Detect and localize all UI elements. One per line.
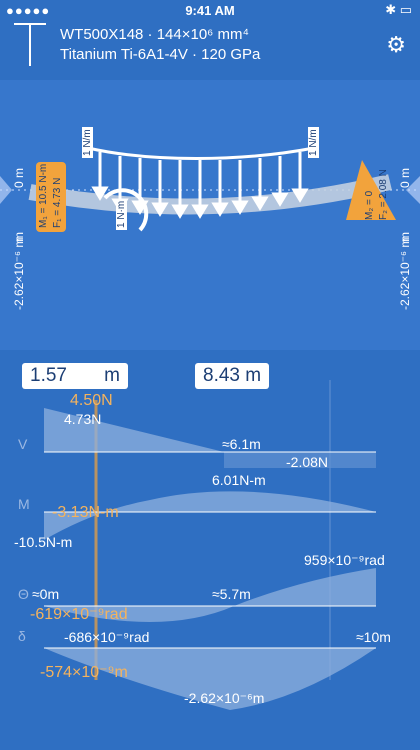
beam-diagram[interactable]: 0 m -2.62×10⁻⁶ m m 0 m -2.62×10⁻⁶ m m 1 …	[0, 80, 420, 350]
m-max-value: 6.01N-m	[212, 472, 266, 488]
m-current-value: -3.13N-m	[52, 504, 119, 521]
status-time: 9:41 AM	[185, 3, 235, 18]
moment-label[interactable]: 1 N·m	[116, 198, 127, 230]
theta-current-value: -619×10⁻⁹rad	[30, 606, 128, 623]
delta-start-value: -686×10⁻⁹rad	[64, 629, 150, 645]
left-support-moment[interactable]: M₁ = 10.5 N-m	[38, 164, 49, 228]
gear-icon[interactable]: ⚙	[386, 32, 406, 58]
load-right-label[interactable]: 1 N/m	[308, 127, 319, 158]
v-start-value: 4.73N	[64, 411, 102, 427]
theta-graph-label: Θ	[18, 586, 29, 602]
status-bar: ●●●●● 9:41 AM ✱ ▭	[0, 0, 420, 20]
section-info[interactable]: WT500X148 · 144×10⁶ mm⁴	[60, 26, 249, 43]
theta-max-value: 959×10⁻⁹rad	[304, 552, 385, 568]
m-start-value: -10.5N-m	[14, 534, 73, 550]
right-axis-mid: -2.62×10⁻⁶ m	[398, 237, 412, 310]
right-axis-bottom: m	[398, 232, 412, 242]
theta-zero-crossing: ≈5.7m	[212, 586, 251, 602]
delta-graph-label: δ	[18, 628, 26, 644]
v-end-value: -2.08N	[286, 454, 329, 470]
left-axis-bottom: m	[12, 232, 26, 242]
load-left-label[interactable]: 1 N/m	[82, 127, 93, 158]
m-graph-label: M	[18, 496, 30, 512]
theta-start-value: ≈0m	[32, 586, 60, 602]
v-graph-label: V	[18, 436, 28, 452]
left-axis-mid: -2.62×10⁻⁶ m	[12, 237, 26, 310]
right-support-moment[interactable]: M₂ = 0	[364, 191, 375, 220]
right-axis-top: 0 m	[398, 167, 412, 188]
delta-min-value: -2.62×10⁻⁶m	[184, 690, 265, 706]
right-support-force[interactable]: F₂ = 2.08 N	[378, 169, 389, 220]
v-zero-crossing: ≈6.1m	[222, 436, 261, 452]
left-support-force[interactable]: F₁ = 4.73 N	[52, 178, 63, 228]
left-axis-top: 0 m	[12, 167, 26, 188]
v-current-value: 4.50N	[70, 392, 113, 409]
battery-icon: ✱ ▭	[385, 2, 412, 17]
material-info[interactable]: Titanium Ti-6A1-4V · 120 GPa	[60, 46, 260, 63]
delta-current-value: -574×10⁻⁹m	[40, 664, 128, 681]
app-logo-icon	[14, 23, 46, 66]
header: WT500X148 · 144×10⁶ mm⁴ Titanium Ti-6A1-…	[0, 20, 420, 80]
delta-end-value: ≈10m	[356, 629, 391, 645]
